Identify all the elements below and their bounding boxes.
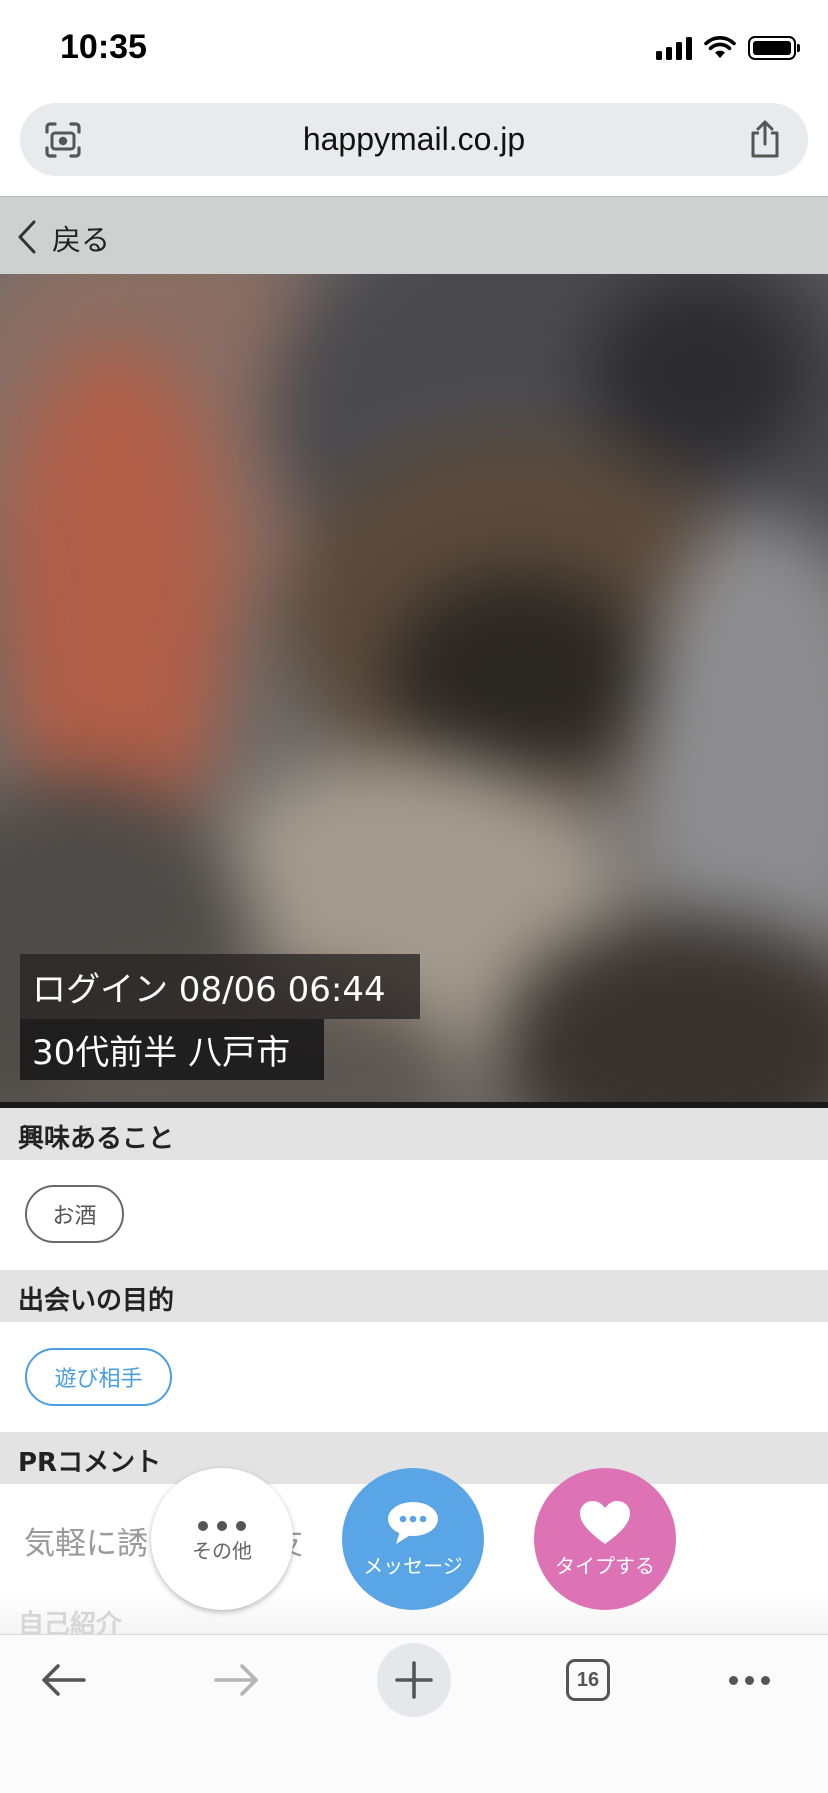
login-time-label: ログイン 08/06 06:44	[20, 954, 420, 1019]
status-time: 10:35	[60, 28, 147, 66]
purpose-section: 遊び相手	[0, 1322, 828, 1432]
back-bar[interactable]: 戻る	[0, 196, 828, 275]
wifi-icon	[704, 36, 736, 58]
new-tab-icon	[395, 1661, 433, 1699]
profile-photo[interactable]: ログイン 08/06 06:44 30代前半 八戸市	[0, 274, 828, 1108]
share-icon[interactable]	[746, 119, 784, 159]
heart-icon	[580, 1500, 630, 1544]
purpose-tag[interactable]: 遊び相手	[25, 1348, 172, 1406]
forward-nav-button[interactable]	[200, 1643, 274, 1717]
status-bar: 10:35	[0, 0, 828, 100]
address-bar[interactable]: happymail.co.jp	[20, 103, 808, 176]
status-icons	[656, 36, 800, 60]
pr-title: PRコメント	[18, 1448, 162, 1478]
age-location-label: 30代前半 八戸市	[20, 1019, 325, 1080]
tabs-icon: 16	[566, 1659, 610, 1701]
message-button-label: メッセージ	[363, 1553, 463, 1578]
tabs-button[interactable]: 16	[551, 1643, 625, 1717]
interests-section: お酒	[0, 1160, 828, 1270]
back-arrow-icon	[42, 1664, 86, 1696]
interests-title: 興味あること	[18, 1124, 175, 1154]
new-tab-button[interactable]	[377, 1643, 451, 1717]
forward-arrow-icon	[214, 1664, 258, 1696]
purpose-header: 出会いの目的	[0, 1270, 828, 1322]
more-icon	[728, 1675, 770, 1685]
battery-icon	[748, 36, 800, 60]
like-button[interactable]: タイプする	[534, 1468, 676, 1610]
url-text[interactable]: happymail.co.jp	[20, 121, 808, 158]
back-nav-button[interactable]	[26, 1643, 100, 1717]
browser-toolbar: 16	[0, 1634, 828, 1793]
other-button-label: その他	[192, 1538, 252, 1563]
cellular-signal-icon	[656, 36, 692, 60]
message-button[interactable]: メッセージ	[342, 1468, 484, 1610]
other-button[interactable]: その他	[151, 1468, 293, 1610]
more-dots-icon	[198, 1520, 246, 1531]
like-button-label: タイプする	[555, 1553, 655, 1578]
interests-header: 興味あること	[0, 1108, 828, 1160]
interest-tag[interactable]: お酒	[25, 1185, 124, 1243]
chat-bubble-icon	[388, 1501, 438, 1544]
purpose-title: 出会いの目的	[18, 1286, 175, 1316]
back-button-label[interactable]: 戻る	[52, 217, 110, 259]
more-menu-button[interactable]	[712, 1643, 786, 1717]
chevron-left-icon[interactable]	[16, 219, 38, 255]
